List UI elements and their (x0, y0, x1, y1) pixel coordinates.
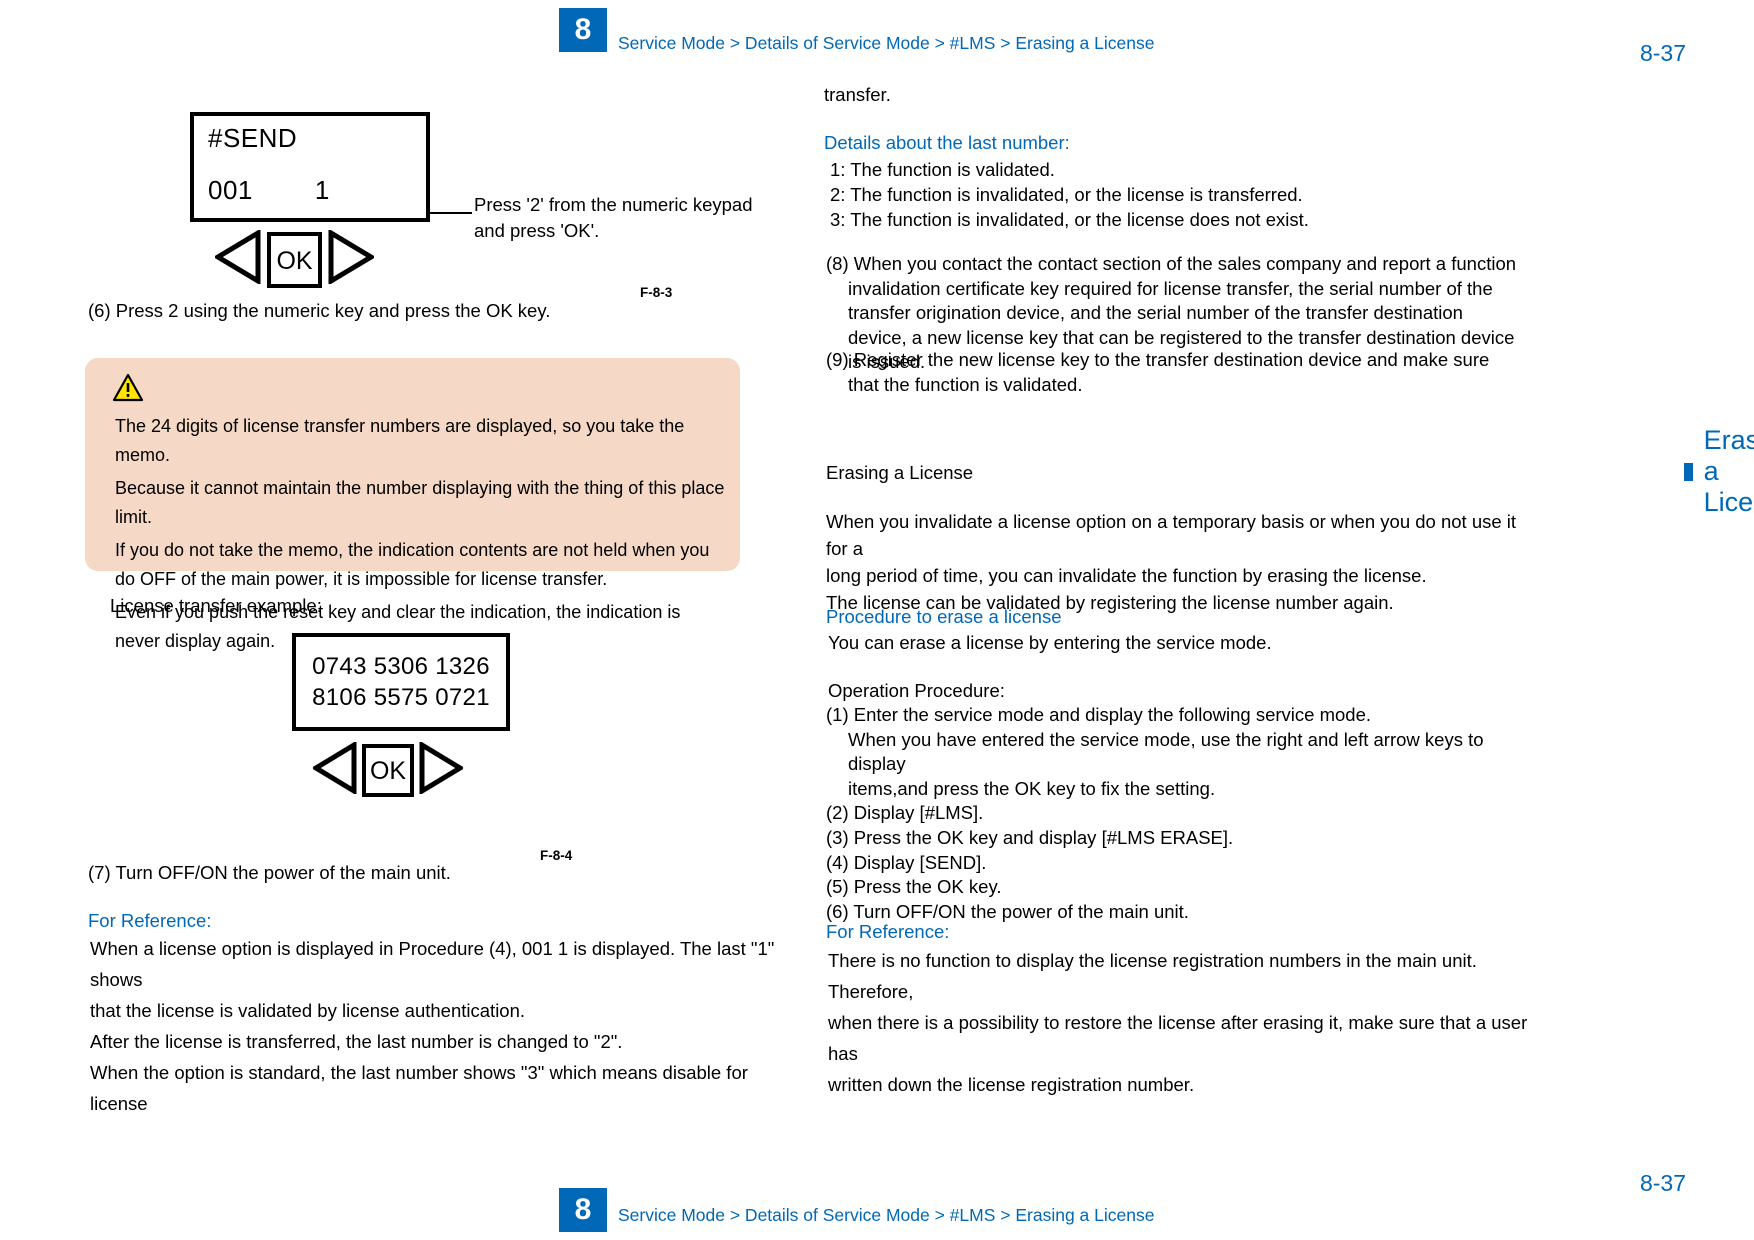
figure-send-display: #SEND 001 1 Press '2' from the numeric ke… (0, 92, 860, 302)
lcd-line-1: #SEND (208, 123, 298, 153)
section-body-line-1: When you invalidate a license option on … (826, 511, 1517, 559)
operation-step-4: (4) Display [SEND]. (826, 851, 987, 873)
for-reference-heading-left: For Reference: (88, 910, 212, 931)
operation-procedure-label: Operation Procedure: (828, 680, 1005, 701)
caution-line-2: Because it cannot maintain the number di… (115, 478, 725, 527)
ok-key-button[interactable]: OK (362, 744, 414, 797)
caution-line-1: The 24 digits of license transfer number… (115, 416, 685, 465)
lcd-line-2: 001 1 (208, 175, 330, 206)
chapter-badge: 8 (559, 8, 607, 52)
details-item-3: 3: The function is invalidated, or the l… (830, 209, 1309, 230)
ref-left-line-3: After the license is transferred, the la… (90, 1031, 623, 1052)
license-transfer-example-label: License transfer example: (110, 595, 322, 616)
lcd-status-digit: 1 (314, 175, 330, 205)
ref-left-line-4: When the option is standard, the last nu… (90, 1062, 748, 1114)
operation-step-2: (2) Display [#LMS]. (826, 802, 984, 824)
ref-left-line-2: that the license is validated by license… (90, 1000, 526, 1021)
operation-step-1-cont-a: When you have entered the service mode, … (848, 728, 1484, 775)
arrow-right-icon (419, 740, 465, 799)
ref-right-line-2: when there is a possibility to restore t… (828, 1012, 1528, 1064)
ref-right-line-1: There is no function to display the lice… (828, 950, 1477, 1002)
key-row-1: OK (213, 228, 376, 289)
step-9-text: (9) Register the new license key to the … (826, 349, 1490, 395)
section-heading-erasing-a-license: Erasing a License (1684, 425, 1754, 518)
step-7-text: (7) Turn OFF/ON the power of the main un… (88, 862, 451, 883)
footer-chapter-badge: 8 (559, 1188, 607, 1232)
page-header: 8 Service Mode > Details of Service Mode… (0, 8, 1754, 60)
caution-body: The 24 digits of license transfer number… (115, 412, 725, 660)
caution-line-3: If you do not take the memo, the indicat… (115, 540, 710, 589)
procedure-intro: You can erase a license by entering the … (828, 632, 1272, 653)
details-item-1: 1: The function is validated. (830, 159, 1055, 180)
arrow-left-icon (213, 228, 261, 289)
continued-text: transfer. (824, 84, 891, 105)
right-column: transfer. Details about the last number:… (824, 70, 1754, 1170)
page-number-bottom: 8-37 (1639, 1170, 1686, 1196)
for-reference-body-right: There is no function to display the lice… (828, 945, 1548, 1100)
arrow-left-icon (311, 740, 357, 799)
operation-step-5: (5) Press the OK key. (826, 876, 1002, 898)
license-number-line-2: 8106 5575 0721 (312, 684, 490, 711)
step-6-text: (6) Press 2 using the numeric key and pr… (88, 300, 551, 321)
details-last-number-list: 1: The function is validated. 2: The fun… (830, 157, 1530, 232)
arrow-right-icon (328, 228, 376, 289)
footer-breadcrumb: Service Mode > Details of Service Mode >… (618, 1205, 1155, 1225)
callout-instruction: Press '2' from the numeric keypad and pr… (474, 194, 753, 241)
for-reference-heading-right: For Reference: (826, 921, 950, 942)
details-last-number-heading: Details about the last number: (824, 132, 1070, 153)
ok-key-button[interactable]: OK (267, 231, 322, 288)
section-subtitle: Erasing a License (826, 462, 974, 483)
page-number-top: 8-37 (1639, 40, 1686, 66)
section-title-text: Erasing a License (1703, 425, 1754, 517)
procedure-heading: Procedure to erase a license (826, 606, 1062, 627)
operation-step-1-cont-b: items,and press the OK key to fix the se… (848, 777, 1216, 799)
ref-left-line-1: When a license option is displayed in Pr… (90, 938, 775, 990)
callout-leader-line (430, 212, 472, 214)
section-body: When you invalidate a license option on … (826, 508, 1526, 616)
details-item-2: 2: The function is invalidated, or the l… (830, 184, 1303, 205)
section-body-line-2: long period of time, you can invalidate … (826, 565, 1427, 586)
key-row-2: OK (311, 740, 465, 799)
lcd-panel-send: #SEND 001 1 (190, 112, 430, 222)
section-bullet-icon (1684, 462, 1693, 481)
for-reference-body-left: When a license option is displayed in Pr… (90, 933, 790, 1119)
figure-caption-f-8-4: F-8-4 (540, 848, 573, 863)
breadcrumb: Service Mode > Details of Service Mode >… (618, 33, 1155, 53)
warning-triangle-icon (112, 373, 144, 402)
lcd-code: 001 (208, 175, 253, 205)
lcd-panel-license: 0743 5306 1326 8106 5575 0721 (292, 633, 510, 731)
figure-license-number-display: 0743 5306 1326 8106 5575 0721 OK (0, 625, 860, 885)
operation-step-3: (3) Press the OK key and display [#LMS E… (826, 826, 1234, 848)
operation-step-1: (1) Enter the service mode and display t… (826, 704, 1371, 725)
caution-box: The 24 digits of license transfer number… (85, 358, 740, 651)
figure-caption-f-8-3: F-8-3 (640, 285, 673, 300)
license-number-line-1: 0743 5306 1326 (312, 653, 490, 680)
operation-steps-list: (1) Enter the service mode and display t… (826, 703, 1526, 924)
left-column: #SEND 001 1 Press '2' from the numeric ke… (0, 70, 860, 1170)
ref-right-line-3: written down the license registration nu… (828, 1074, 1195, 1095)
